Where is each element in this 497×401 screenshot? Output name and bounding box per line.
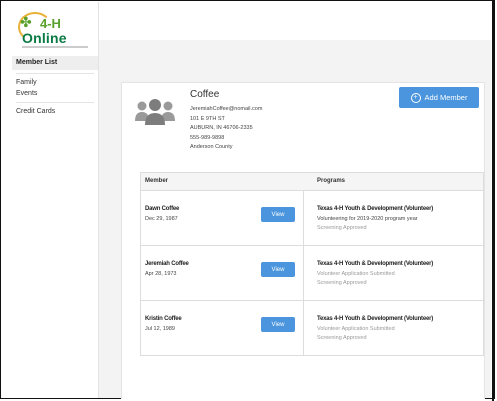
- table-header: Member Programs: [141, 173, 483, 191]
- program-name: Texas 4-H Youth & Development (Volunteer…: [317, 206, 434, 212]
- view-button[interactable]: View: [261, 262, 295, 277]
- logo-4h-text: 4-H: [40, 16, 61, 31]
- screening-status: Screening Approved: [317, 335, 367, 341]
- family-email: JeremiahCoffee@nomail.com: [190, 106, 263, 112]
- logo-tagline: [22, 46, 88, 48]
- sidebar-item-credit-cards[interactable]: Credit Cards: [12, 106, 98, 117]
- program-name: Texas 4-H Youth & Development (Volunteer…: [317, 261, 434, 267]
- member-dob: Jul 12, 1989: [145, 326, 175, 332]
- 4h-online-logo[interactable]: ✤ 4-H Online: [18, 10, 90, 48]
- screening-status: Screening Approved: [317, 225, 367, 231]
- table-row: Kristin Coffee Jul 12, 1989 View Texas 4…: [141, 301, 483, 355]
- sidebar-nav: Member List Family Events Credit Cards: [12, 56, 98, 117]
- screening-status: Screening Approved: [317, 280, 367, 286]
- sidebar-item-member-list[interactable]: Member List: [12, 56, 98, 70]
- program-status: Volunteer Application Submitted: [317, 271, 395, 277]
- program-status: Volunteer Application Submitted: [317, 326, 395, 332]
- divider: [16, 73, 94, 74]
- plus-circle-icon: +: [410, 92, 421, 103]
- main-content: Coffee JeremiahCoffee@nomail.com 101 E 9…: [99, 40, 491, 399]
- program-name: Texas 4-H Youth & Development (Volunteer…: [317, 316, 434, 322]
- table-row: Dawn Coffee Dec 29, 1987 View Texas 4-H …: [141, 191, 483, 246]
- column-header-programs: Programs: [317, 178, 346, 184]
- add-member-button[interactable]: + Add Member: [399, 87, 479, 108]
- logo-online-text: Online: [22, 30, 67, 46]
- member-name: Jeremiah Coffee: [145, 261, 189, 267]
- table-row: Jeremiah Coffee Apr 28, 1973 View Texas …: [141, 246, 483, 301]
- sidebar-item-family[interactable]: Family: [12, 77, 98, 88]
- program-status: Volunteering for 2019-2020 program year: [317, 216, 418, 222]
- clover-icon: ✤: [20, 14, 32, 30]
- divider: [16, 102, 94, 103]
- member-name: Kristin Coffee: [145, 316, 182, 322]
- frame-edge: [492, 0, 494, 401]
- view-button[interactable]: View: [261, 317, 295, 332]
- view-button[interactable]: View: [261, 207, 295, 222]
- column-header-member: Member: [145, 178, 169, 184]
- member-dob: Apr 28, 1973: [145, 271, 177, 277]
- member-name: Dawn Coffee: [145, 206, 180, 212]
- family-contact-info: JeremiahCoffee@nomail.com 101 E 9TH ST A…: [190, 105, 262, 153]
- sidebar-item-events[interactable]: Events: [12, 88, 98, 99]
- family-address-line1: 101 E 9TH ST: [190, 115, 225, 122]
- family-avatar-icon: [135, 99, 175, 125]
- sidebar: ✤ 4-H Online Member List Family Events C…: [12, 2, 99, 398]
- family-county: Anderson County: [190, 144, 233, 151]
- family-card: Coffee JeremiahCoffee@nomail.com 101 E 9…: [121, 82, 485, 399]
- family-phone: 555-989-9898: [190, 134, 225, 141]
- family-name: Coffee: [190, 89, 220, 100]
- family-address-line2: AUBURN, IN 46706-2335: [190, 125, 253, 132]
- member-table: Member Programs Dawn Coffee Dec 29, 1987…: [140, 172, 484, 356]
- member-dob: Dec 29, 1987: [145, 216, 178, 222]
- add-member-label: Add Member: [424, 93, 468, 102]
